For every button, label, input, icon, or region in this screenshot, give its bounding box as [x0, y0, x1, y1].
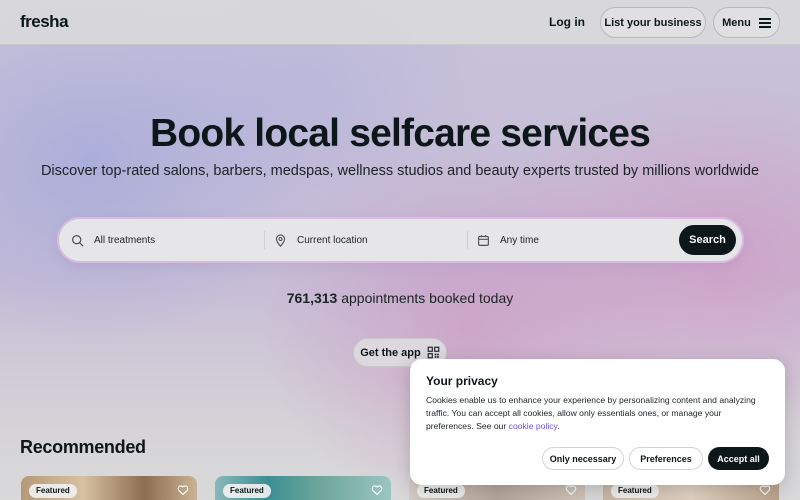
search-divider	[264, 231, 265, 249]
featured-badge: Featured	[611, 484, 659, 498]
cookie-policy-link[interactable]: cookie policy	[509, 421, 558, 431]
privacy-body: Cookies enable us to enhance your experi…	[426, 395, 756, 431]
search-button[interactable]: Search	[679, 225, 736, 255]
hamburger-menu-icon	[758, 18, 771, 28]
search-icon	[72, 234, 84, 246]
hero-title: Book local selfcare services	[149, 112, 651, 155]
appointments-booked-stat: 761,313 appointments booked today	[0, 290, 800, 306]
get-the-app-label: Get the app	[360, 346, 421, 359]
privacy-text: Cookies enable us to enhance your experi…	[426, 394, 770, 433]
login-link[interactable]: Log in	[543, 15, 591, 29]
menu-label: Menu	[722, 16, 751, 29]
accept-all-button[interactable]: Accept all	[708, 447, 769, 470]
featured-badge: Featured	[417, 484, 465, 498]
qr-code-icon	[427, 346, 440, 359]
heart-icon[interactable]	[759, 484, 771, 496]
heart-icon[interactable]	[177, 484, 189, 496]
privacy-title: Your privacy	[426, 374, 498, 388]
location-field[interactable]: Current location	[274, 219, 464, 261]
treatments-placeholder: All treatments	[94, 234, 156, 246]
list-your-business-label: List your business	[604, 16, 702, 29]
featured-badge: Featured	[29, 484, 77, 498]
time-placeholder: Any time	[500, 234, 539, 246]
recommended-heading: Recommended	[20, 437, 146, 457]
privacy-dialog: Your privacy Cookies enable us to enhanc…	[410, 359, 785, 485]
site-header: fresha Log in List your business Menu	[0, 0, 800, 45]
only-necessary-button[interactable]: Only necessary	[542, 447, 624, 470]
list-your-business-button[interactable]: List your business	[600, 7, 706, 38]
appointments-count: 761,313	[286, 290, 338, 306]
preferences-button[interactable]: Preferences	[629, 447, 703, 470]
appointments-suffix: appointments booked today	[341, 290, 514, 306]
menu-button[interactable]: Menu	[713, 7, 780, 38]
search-bar: All treatments Current location Any time…	[59, 219, 742, 261]
venue-card[interactable]: Featured	[21, 476, 197, 500]
privacy-text-end: .	[557, 421, 560, 431]
search-divider	[467, 231, 468, 249]
featured-badge: Featured	[223, 484, 271, 498]
calendar-icon	[478, 234, 489, 246]
hero-subtitle: Discover top-rated salons, barbers, meds…	[40, 163, 760, 179]
heart-icon[interactable]	[565, 484, 577, 496]
treatments-field[interactable]: All treatments	[71, 219, 261, 261]
location-placeholder: Current location	[297, 234, 368, 246]
time-field[interactable]: Any time	[477, 219, 667, 261]
fresha-logo[interactable]: fresha	[20, 12, 69, 32]
heart-icon[interactable]	[371, 484, 383, 496]
venue-card[interactable]: Featured	[215, 476, 391, 500]
location-pin-icon	[275, 233, 286, 247]
